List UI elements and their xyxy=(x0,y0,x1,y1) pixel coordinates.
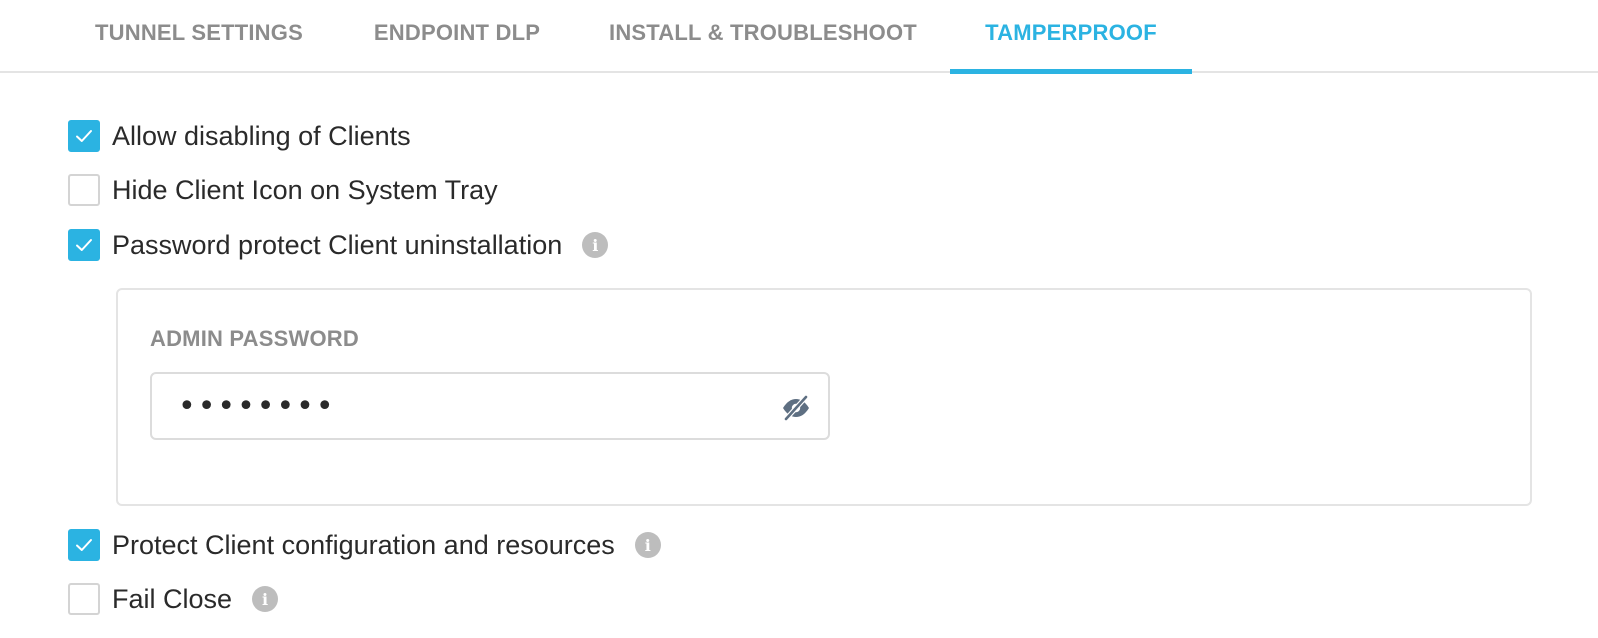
tab-tamperproof[interactable]: TAMPERPROOF xyxy=(950,0,1192,74)
password-protect-label: Password protect Client uninstallation xyxy=(112,229,563,260)
password-protect-checkbox[interactable] xyxy=(68,229,100,261)
eye-slash-icon[interactable] xyxy=(780,392,812,424)
protect-config-checkbox[interactable] xyxy=(68,529,100,561)
checkmark-icon xyxy=(76,239,92,251)
settings-tabbar: TUNNEL SETTINGS ENDPOINT DLP INSTALL & T… xyxy=(0,0,1598,74)
info-icon[interactable]: i xyxy=(634,532,661,558)
hide-icon-checkbox[interactable] xyxy=(68,174,100,206)
option-password-protect: Password protect Client uninstallation i xyxy=(68,228,609,262)
tab-install-troubleshoot[interactable]: INSTALL & TROUBLESHOOT xyxy=(578,0,948,73)
info-icon[interactable]: i xyxy=(582,232,609,258)
admin-password-value: •••••••• xyxy=(178,388,336,424)
tab-tunnel-settings[interactable]: TUNNEL SETTINGS xyxy=(62,0,336,73)
tab-label: TUNNEL SETTINGS xyxy=(95,19,303,45)
checkmark-icon xyxy=(76,130,92,142)
admin-password-label: ADMIN PASSWORD xyxy=(150,326,359,351)
info-icon[interactable]: i xyxy=(252,586,279,612)
checkmark-icon xyxy=(76,539,92,551)
option-hide-icon: Hide Client Icon on System Tray xyxy=(68,173,498,207)
allow-disabling-label: Allow disabling of Clients xyxy=(112,120,411,151)
option-protect-config: Protect Client configuration and resourc… xyxy=(68,528,661,562)
tab-label: TAMPERPROOF xyxy=(985,19,1157,45)
hide-icon-label: Hide Client Icon on System Tray xyxy=(112,174,498,205)
admin-password-input[interactable]: •••••••• xyxy=(150,372,830,440)
protect-config-label: Protect Client configuration and resourc… xyxy=(112,529,615,560)
fail-close-label: Fail Close xyxy=(112,583,233,614)
fail-close-checkbox[interactable] xyxy=(68,583,100,615)
tab-label: ENDPOINT DLP xyxy=(373,19,541,45)
allow-disabling-checkbox[interactable] xyxy=(68,120,100,152)
tamperproof-settings-page: TUNNEL SETTINGS ENDPOINT DLP INSTALL & T… xyxy=(0,0,1598,638)
option-fail-close: Fail Close i xyxy=(68,582,279,616)
tab-label: INSTALL & TROUBLESHOOT xyxy=(609,19,917,45)
tab-endpoint-dlp[interactable]: ENDPOINT DLP xyxy=(336,0,578,73)
option-allow-disabling: Allow disabling of Clients xyxy=(68,119,411,153)
admin-password-panel: ADMIN PASSWORD •••••••• xyxy=(116,288,1532,506)
